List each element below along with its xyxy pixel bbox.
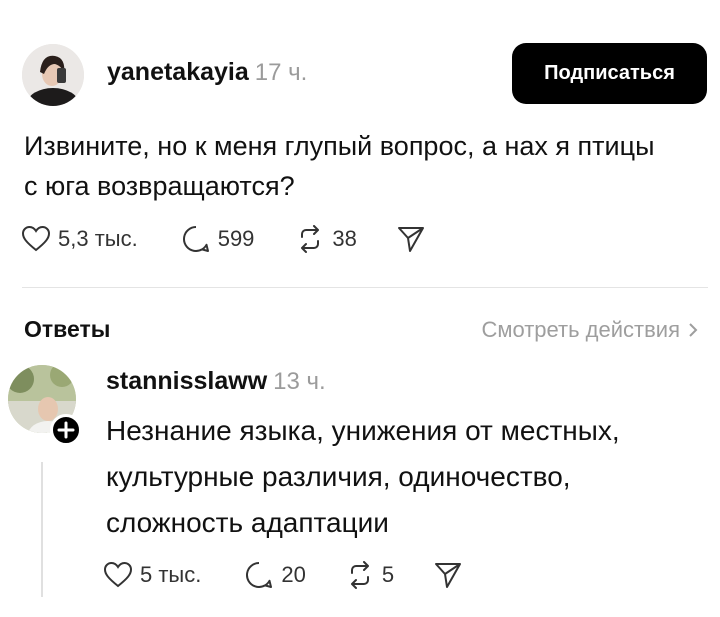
post-text: Извините, но к меня глупый вопрос, а нах… [24,126,714,206]
reply-username-text[interactable]: stannisslaww [106,367,267,395]
thread-line [41,462,43,597]
replies-heading: Ответы [24,316,111,342]
like-count: 5,3 тыс. [58,226,138,251]
heart-icon [22,226,50,252]
author-username[interactable]: yanetakayia 17 ч. [107,58,307,87]
author-username-text[interactable]: yanetakayia [107,58,249,86]
post-actions: 5,3 тыс. 599 38 [22,225,471,253]
follow-plus-badge[interactable] [50,414,82,446]
reply-like-button[interactable]: 5 тыс. [104,562,201,588]
reply-comment-count: 20 [281,562,306,587]
share-button[interactable] [397,225,433,253]
section-divider [22,287,708,288]
heart-icon [104,562,132,588]
reply-actions: 5 тыс. 20 5 [104,561,508,589]
view-activity-link[interactable]: Смотреть действия [481,317,698,343]
reply-text-line-3: сложность адаптации [106,507,389,538]
reply-repost-count: 5 [381,562,395,587]
send-icon [397,227,424,252]
reply-comment-button[interactable]: 20 [245,561,306,589]
reply-username[interactable]: stannisslaww 13 ч. [106,367,326,396]
view-activity-label: Смотреть действия [481,317,680,342]
reply-text-line-1: Незнание языка, унижения от местных, [106,415,620,446]
reply-text-line-2: культурные различия, одиночество, [106,461,571,492]
post-time: 17 ч. [254,59,308,86]
post-text-line-2: с юга возвращаются? [24,171,295,201]
reply-repost-button[interactable]: 5 [346,561,394,589]
author-avatar[interactable] [22,44,84,106]
repost-button[interactable]: 38 [296,225,357,253]
comment-button[interactable]: 599 [182,225,255,253]
repost-icon [301,225,320,253]
send-icon [435,563,462,588]
repost-icon [350,561,369,589]
comment-count: 599 [217,226,255,251]
repost-count: 38 [332,226,357,251]
chevron-right-icon [689,323,698,337]
reply-like-count: 5 тыс. [140,562,202,587]
plus-icon [57,421,75,439]
post-text-line-1: Извините, но к меня глупый вопрос, а нах… [24,131,655,161]
reply-time: 13 ч. [273,368,326,395]
reply-share-button[interactable] [434,561,470,589]
like-button[interactable]: 5,3 тыс. [22,226,138,252]
comment-bubble-icon [246,562,273,589]
follow-button[interactable]: Подписаться [512,43,707,104]
reply-text: Незнание языка, унижения от местных, кул… [106,408,716,546]
comment-bubble-icon [182,226,209,253]
